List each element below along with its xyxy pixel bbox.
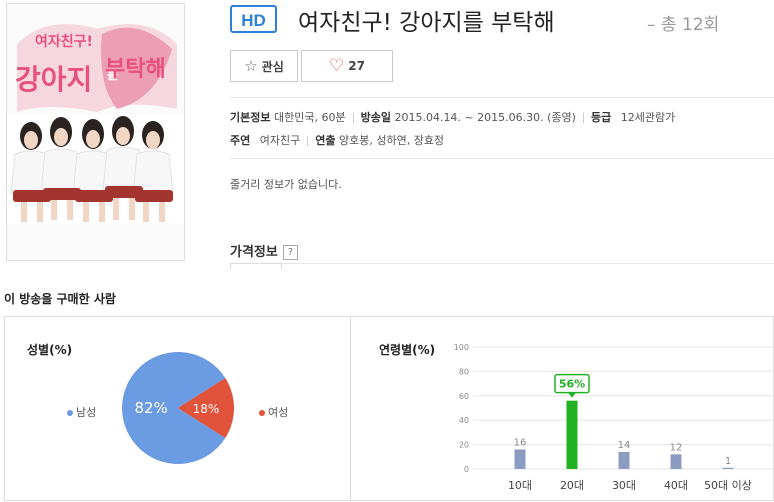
synopsis-text: 줄거리 정보가 없습니다. [230, 178, 342, 191]
pie-label-female: 18% [193, 402, 220, 416]
star-icon: ☆ [244, 57, 258, 75]
like-count: 27 [348, 59, 365, 73]
x-category-label: 40대 [664, 479, 688, 492]
y-tick-label: 60 [459, 392, 469, 401]
poster-logo-line1: 여자친구! [35, 33, 93, 50]
age-bar [618, 451, 630, 469]
basic-info-value: 대한민국, 60분 [273, 111, 346, 124]
x-category-label: 20대 [560, 479, 584, 492]
y-tick-label: 0 [464, 465, 469, 474]
poster-logo-line4: 부탁해 [105, 57, 166, 82]
buyers-section-title: 이 방송을 구매한 사람 [4, 292, 116, 306]
bar-value-label: 14 [618, 440, 631, 451]
x-category-label: 10대 [508, 479, 532, 492]
age-bar [722, 467, 734, 469]
divider [230, 158, 774, 159]
price-info-label: 가격정보 [230, 245, 278, 260]
poster-logo-line2: 강아지 [15, 63, 92, 96]
bar-value-label: 16 [514, 437, 527, 448]
cast-value[interactable]: 여자친구 [260, 134, 300, 147]
age-bar [670, 454, 682, 469]
separator [582, 113, 584, 123]
favorite-button[interactable]: ☆ 관심 [230, 50, 298, 82]
divider [230, 263, 774, 264]
poster-image[interactable]: 여자친구! 강아지 를 부탁해 [6, 3, 185, 261]
air-date-value: 2015.04.14. ~ 2015.06.30. (종영) [394, 111, 576, 124]
age-panel: 연령별(%) 0 20 40 60 80 100 10대 16 20대 56% 30대 14 40대 12… [350, 316, 774, 501]
heart-icon: ♡ [329, 56, 345, 76]
price-tab[interactable] [230, 263, 282, 270]
age-bar-chart: 0 20 40 60 80 100 10대 16 20대 56% 30대 14 40대 12 50대 이상 1 [454, 343, 774, 492]
cast-label: 주연 [230, 134, 251, 147]
hd-badge: HD [230, 5, 277, 33]
poster-group-photo [7, 114, 184, 224]
like-button[interactable]: ♡ 27 [301, 50, 393, 82]
y-tick-label: 100 [454, 343, 469, 352]
separator [352, 113, 354, 123]
pie-label-male: 82% [134, 399, 167, 417]
air-date-label: 방송일 [360, 111, 391, 124]
x-category-label: 50대 이상 [704, 479, 752, 492]
gender-pie-chart: 82% 18% [122, 352, 234, 464]
price-info-heading: 가격정보? [230, 241, 298, 260]
director-label: 연출 [315, 134, 336, 147]
divider [230, 97, 774, 98]
gender-panel: 성별(%) 남성 여성 82% 18% [4, 316, 351, 501]
favorite-label: 관심 [261, 59, 284, 74]
separator [307, 136, 309, 146]
highlight-callout-pointer [568, 392, 576, 398]
x-category-label: 30대 [612, 479, 636, 492]
program-title: 여자친구! 강아지를 부탁해 [298, 10, 555, 36]
bar-value-label: 1 [725, 456, 731, 467]
highlight-value-label: 56% [559, 378, 585, 391]
poster-art: 여자친구! 강아지 를 부탁해 [7, 4, 184, 260]
y-tick-label: 40 [459, 416, 469, 425]
info-line-2: 주연 여자친구 연출 양호봉, 성하연, 장효정 [230, 132, 444, 148]
rating-label: 등급 [590, 111, 612, 124]
info-line-1: 기본정보 대한민국, 60분 방송일 2015.04.14. ~ 2015.06.… [230, 109, 675, 125]
episode-count: – 총 12회 [647, 15, 720, 35]
basic-info-label: 기본정보 [230, 111, 271, 124]
help-icon[interactable]: ? [282, 245, 298, 260]
y-tick-label: 80 [459, 367, 469, 376]
y-tick-label: 20 [459, 441, 469, 450]
director-value: 양호봉, 성하연, 장효정 [338, 134, 445, 147]
age-bar [514, 449, 526, 469]
rating-value: 12세관람가 [620, 111, 676, 124]
age-bar [566, 400, 578, 469]
bar-value-label: 12 [670, 442, 683, 453]
